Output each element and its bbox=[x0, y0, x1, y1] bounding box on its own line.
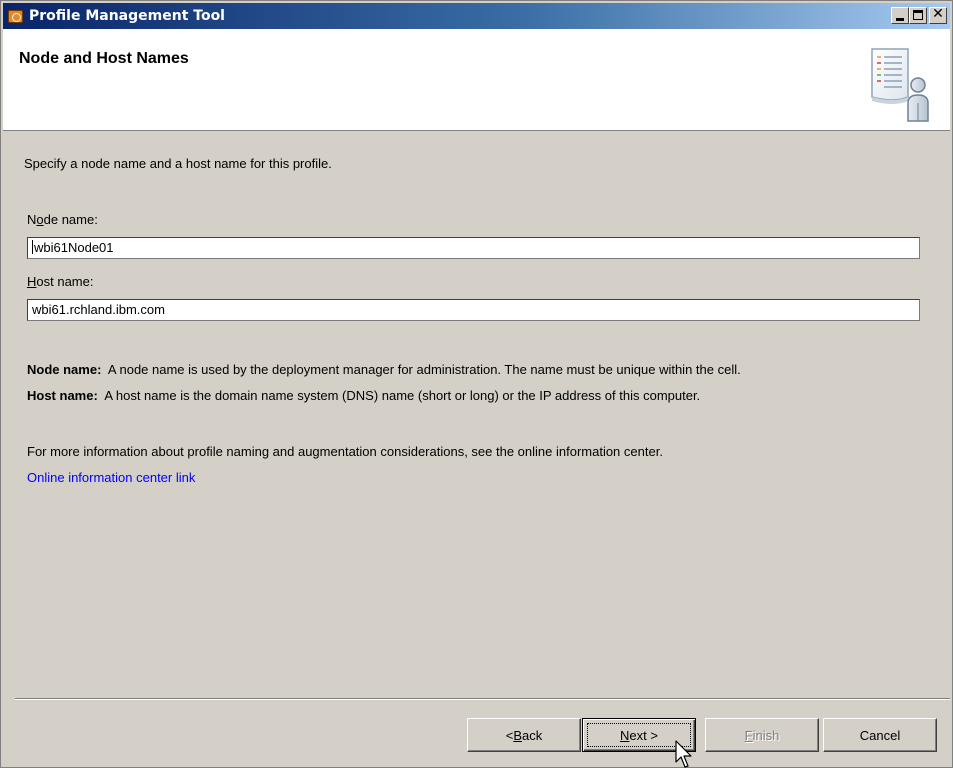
mouse-pointer-icon bbox=[675, 740, 692, 768]
intro-text: Specify a node name and a host name for … bbox=[24, 156, 332, 171]
window-title: Profile Management Tool bbox=[29, 8, 225, 24]
minimize-button[interactable] bbox=[891, 7, 909, 24]
profile-document-user-icon bbox=[871, 48, 929, 122]
cancel-button[interactable]: Cancel bbox=[823, 718, 937, 752]
footer-separator bbox=[15, 698, 950, 700]
more-info-text: For more information about profile namin… bbox=[27, 444, 663, 459]
host-name-label: Host name: bbox=[27, 274, 94, 289]
wizard-content bbox=[3, 132, 950, 697]
node-name-label: Node name: bbox=[27, 212, 98, 227]
close-button[interactable]: ✕ bbox=[929, 6, 947, 24]
minimize-icon bbox=[896, 18, 904, 21]
app-icon bbox=[7, 8, 24, 25]
close-icon: ✕ bbox=[932, 6, 944, 22]
node-name-description: Node name: A node name is used by the de… bbox=[27, 362, 741, 377]
window-controls: ✕ bbox=[891, 6, 947, 24]
page-title: Node and Host Names bbox=[19, 50, 189, 67]
maximize-button[interactable] bbox=[909, 7, 927, 24]
header-banner: Node and Host Names bbox=[3, 29, 950, 131]
maximize-icon bbox=[913, 10, 923, 20]
host-name-input[interactable]: wbi61.rchland.ibm.com bbox=[27, 299, 920, 321]
finish-button: Finish bbox=[705, 718, 819, 752]
host-name-description: Host name: A host name is the domain nam… bbox=[27, 388, 701, 403]
profile-management-window: Profile Management Tool ✕ Node and Host … bbox=[0, 0, 953, 768]
online-info-center-link[interactable]: Online information center link bbox=[27, 470, 195, 485]
node-name-input[interactable]: wbi61Node01 bbox=[27, 237, 920, 259]
back-button[interactable]: < Back bbox=[467, 718, 581, 752]
title-bar[interactable]: Profile Management Tool ✕ bbox=[3, 3, 950, 29]
